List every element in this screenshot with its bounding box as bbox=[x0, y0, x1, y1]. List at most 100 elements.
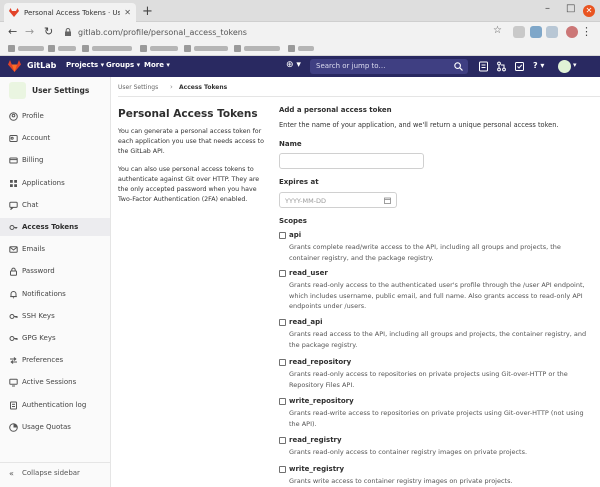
scope-checkbox[interactable] bbox=[279, 232, 286, 239]
sidebar-item-notifications[interactable]: Notifications bbox=[0, 285, 110, 303]
sidebar-item-billing[interactable]: Billing bbox=[0, 151, 110, 169]
form-help-text: Enter the name of your application, and … bbox=[279, 121, 559, 129]
sidebar-item-chat[interactable]: Chat bbox=[0, 196, 110, 214]
tab-close-icon[interactable]: ✕ bbox=[124, 8, 131, 17]
settings-sidebar: User Settings Profile Account Billing Appli… bbox=[0, 77, 111, 487]
scope-checkbox[interactable] bbox=[279, 270, 286, 277]
bookmark-item[interactable] bbox=[140, 45, 178, 52]
bookmark-star-icon[interactable]: ☆ bbox=[493, 25, 502, 36]
key-icon bbox=[9, 336, 18, 341]
search-icon bbox=[454, 62, 463, 71]
issues-icon[interactable] bbox=[478, 61, 489, 72]
breadcrumb-current[interactable]: Access Tokens bbox=[179, 84, 227, 91]
calendar-icon[interactable] bbox=[384, 197, 391, 204]
scopes-label: Scopes bbox=[279, 217, 307, 225]
scope-name[interactable]: read_user bbox=[289, 269, 328, 277]
reload-icon[interactable]: ↻ bbox=[44, 25, 53, 38]
maximize-button[interactable]: □ bbox=[566, 3, 575, 14]
scope-name[interactable]: read_registry bbox=[289, 436, 342, 444]
window-close-button[interactable]: ✕ bbox=[583, 5, 595, 17]
back-arrow-icon[interactable]: ← bbox=[8, 25, 17, 38]
account-icon bbox=[9, 135, 18, 143]
log-icon bbox=[10, 401, 17, 410]
profile-avatar-icon[interactable] bbox=[566, 26, 578, 38]
sidebar-item-account[interactable]: Account bbox=[0, 129, 110, 147]
bookmark-icon bbox=[184, 45, 191, 52]
nav-projects[interactable]: Projects ▾ bbox=[66, 61, 104, 69]
sidebar-header[interactable]: User Settings bbox=[0, 77, 110, 105]
sidebar-item-active-sessions[interactable]: Active Sessions bbox=[0, 373, 110, 391]
sidebar-item-authentication-log[interactable]: Authentication log bbox=[0, 396, 110, 414]
sidebar-item-preferences[interactable]: Preferences bbox=[0, 351, 110, 369]
sidebar-item-label: Profile bbox=[22, 112, 44, 120]
scope-checkbox[interactable] bbox=[279, 359, 286, 366]
extension-icon[interactable] bbox=[513, 26, 525, 38]
merge-requests-icon[interactable] bbox=[496, 61, 507, 72]
scope-checkbox[interactable] bbox=[279, 398, 286, 405]
sidebar-item-applications[interactable]: Applications bbox=[0, 174, 110, 192]
page-intro: Personal Access Tokens You can generate … bbox=[118, 108, 268, 213]
quota-icon bbox=[9, 422, 18, 432]
search-box[interactable]: Search or jump to… bbox=[310, 59, 468, 74]
scope-checkbox[interactable] bbox=[279, 466, 286, 473]
nav-groups[interactable]: Groups ▾ bbox=[106, 61, 140, 69]
page-title: Personal Access Tokens bbox=[118, 108, 258, 120]
todos-icon[interactable] bbox=[514, 61, 525, 72]
intro-paragraph-2fa: You can also use personal access tokens … bbox=[118, 166, 260, 203]
sidebar-item-profile[interactable]: Profile bbox=[0, 107, 110, 125]
minimize-button[interactable]: – bbox=[545, 3, 550, 14]
chat-icon bbox=[9, 201, 18, 210]
bookmark-item[interactable] bbox=[48, 45, 76, 52]
bookmark-item[interactable] bbox=[8, 45, 44, 52]
preferences-icon bbox=[10, 357, 17, 365]
forward-arrow-icon[interactable]: → bbox=[25, 25, 34, 38]
scope-checkbox[interactable] bbox=[279, 319, 286, 326]
expires-placeholder: YYYY-MM-DD bbox=[285, 197, 327, 205]
extension-icon[interactable] bbox=[546, 26, 558, 38]
sidebar-item-gpg-keys[interactable]: GPG Keys bbox=[0, 329, 110, 347]
sidebar-item-ssh-keys[interactable]: SSH Keys bbox=[0, 307, 110, 325]
nav-more[interactable]: More ▾ bbox=[144, 61, 170, 69]
browser-tab[interactable]: Personal Access Tokens · User ✕ bbox=[4, 3, 136, 22]
extension-icon[interactable] bbox=[530, 26, 542, 38]
user-avatar[interactable] bbox=[558, 60, 571, 73]
collapse-sidebar-button[interactable]: « Collapse sidebar bbox=[0, 462, 110, 482]
gitlab-logo-icon[interactable] bbox=[8, 60, 21, 72]
sidebar-item-access-tokens[interactable]: Access Tokens bbox=[0, 218, 110, 236]
breadcrumb-parent[interactable]: User Settings bbox=[118, 84, 158, 91]
bookmark-item[interactable] bbox=[184, 45, 228, 52]
new-tab-button[interactable]: + bbox=[142, 4, 153, 19]
new-item-dropdown[interactable]: ⊕ ▾ bbox=[286, 60, 304, 73]
gitlab-brand[interactable]: GitLab bbox=[27, 61, 56, 70]
sidebar-item-password[interactable]: Password bbox=[0, 262, 110, 280]
bookmark-item[interactable] bbox=[288, 45, 314, 52]
bookmark-icon bbox=[288, 45, 295, 52]
bookmark-item[interactable] bbox=[234, 45, 280, 52]
help-dropdown[interactable]: ? ▾ bbox=[533, 61, 544, 70]
form-title: Add a personal access token bbox=[279, 106, 392, 114]
scope-description: Grants read access to the API, including… bbox=[289, 330, 587, 349]
sidebar-item-emails[interactable]: Emails bbox=[0, 240, 110, 258]
sidebar-item-label: Applications bbox=[22, 178, 65, 187]
scope-name[interactable]: read_repository bbox=[289, 358, 351, 366]
sidebar-item-label: Access Tokens bbox=[22, 223, 79, 231]
bookmark-item[interactable] bbox=[82, 45, 132, 52]
scope-name[interactable]: read_api bbox=[289, 318, 323, 326]
token-name-input[interactable] bbox=[279, 153, 424, 169]
scope-name[interactable]: write_registry bbox=[289, 465, 344, 473]
sidebar-item-label: Active Sessions bbox=[22, 378, 77, 387]
email-icon bbox=[9, 246, 18, 253]
scope-name[interactable]: write_repository bbox=[289, 397, 354, 405]
scope-name[interactable]: api bbox=[289, 231, 301, 239]
name-label: Name bbox=[279, 140, 302, 148]
user-menu-chevron-icon[interactable]: ▾ bbox=[573, 61, 577, 69]
sidebar-item-label: Billing bbox=[22, 156, 44, 165]
sidebar-item-usage-quotas[interactable]: Usage Quotas bbox=[0, 418, 110, 436]
bookmark-icon bbox=[48, 45, 55, 52]
url-text: gitlab.com/profile/personal_access_token… bbox=[78, 27, 247, 37]
scope-checkbox[interactable] bbox=[279, 437, 286, 444]
address-bar[interactable]: gitlab.com/profile/personal_access_token… bbox=[64, 24, 504, 40]
bookmark-icon bbox=[234, 45, 241, 52]
browser-menu-icon[interactable]: ⋮ bbox=[581, 25, 592, 38]
expires-date-input[interactable]: YYYY-MM-DD bbox=[279, 192, 397, 208]
